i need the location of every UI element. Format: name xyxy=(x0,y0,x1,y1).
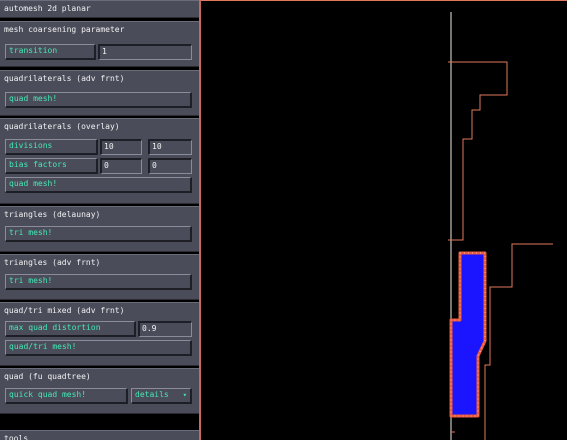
quadtree-section: quad (fu quadtree) quick quad mesh! deta… xyxy=(0,368,199,414)
quad-overlay-section: quadrilaterals (overlay) divisions 10 10… xyxy=(0,118,199,204)
overlay-quad-mesh-button[interactable]: quad mesh! xyxy=(5,177,192,193)
divisions-field-1[interactable]: 10 xyxy=(100,139,142,155)
quad-tri-mesh-button[interactable]: quad/tri mesh! xyxy=(5,340,192,356)
quick-quad-mesh-button[interactable]: quick quad mesh! xyxy=(5,388,128,404)
details-dropdown[interactable]: details ▾ xyxy=(131,388,192,404)
details-label: details xyxy=(135,390,169,399)
coarsening-title: mesh coarsening parameter xyxy=(4,25,125,34)
mixed-title: quad/tri mixed (adv frnt) xyxy=(4,306,125,315)
divisions-field-2[interactable]: 10 xyxy=(148,139,192,155)
upper-outline xyxy=(448,61,508,241)
panel-title: automesh 2d planar xyxy=(4,4,91,13)
mesh-fill xyxy=(449,251,487,418)
tri-delaunay-title: triangles (delaunay) xyxy=(4,210,101,219)
quad-adv-title: quadrilaterals (adv frnt) xyxy=(4,74,125,83)
bias-field-1[interactable]: 0 xyxy=(100,158,142,174)
max-quad-distortion-label[interactable]: max quad distortion xyxy=(5,321,136,337)
viewport-canvas xyxy=(201,0,567,440)
tri-adv-section: triangles (adv frnt) tri mesh! xyxy=(0,254,199,300)
tools-title: tools xyxy=(4,434,29,440)
mesh-region xyxy=(449,251,487,418)
quad-adv-section: quadrilaterals (adv frnt) quad mesh! xyxy=(0,70,199,116)
transition-label[interactable]: transition xyxy=(5,44,96,60)
quad-mesh-button[interactable]: quad mesh! xyxy=(5,92,192,108)
control-panel: automesh 2d planar mesh coarsening param… xyxy=(0,0,199,440)
divisions-label[interactable]: divisions xyxy=(5,139,98,155)
tri-adv-title: triangles (adv frnt) xyxy=(4,258,101,267)
bias-field-2[interactable]: 0 xyxy=(148,158,192,174)
panel-header: automesh 2d planar xyxy=(0,0,199,18)
lower-outline xyxy=(484,243,553,440)
quad-overlay-title: quadrilaterals (overlay) xyxy=(4,122,120,131)
coarsening-section: mesh coarsening parameter transition 1 xyxy=(0,21,199,67)
quadtree-title: quad (fu quadtree) xyxy=(4,372,91,381)
delaunay-tri-mesh-button[interactable]: tri mesh! xyxy=(5,226,192,242)
transition-field[interactable]: 1 xyxy=(98,44,192,60)
graphics-viewport[interactable] xyxy=(201,0,567,440)
chevron-down-icon: ▾ xyxy=(182,391,187,399)
tri-delaunay-section: triangles (delaunay) tri mesh! xyxy=(0,206,199,252)
bias-factors-label[interactable]: bias factors xyxy=(5,158,98,174)
mixed-section: quad/tri mixed (adv frnt) max quad disto… xyxy=(0,302,199,366)
tools-section: tools xyxy=(0,430,199,440)
max-quad-distortion-field[interactable]: 0.9 xyxy=(138,321,192,337)
adv-tri-mesh-button[interactable]: tri mesh! xyxy=(5,274,192,290)
